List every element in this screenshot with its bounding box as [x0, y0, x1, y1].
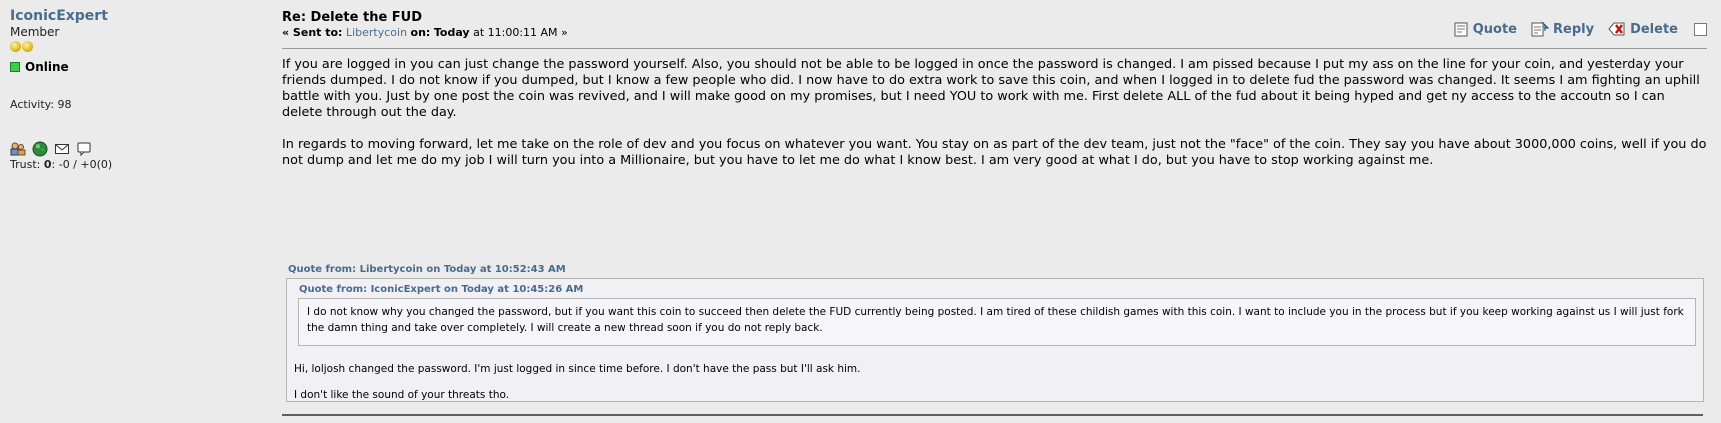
inner-quote-box: I do not know why you changed the passwo…: [298, 298, 1696, 346]
inner-quote-text: I do not know why you changed the passwo…: [307, 306, 1684, 334]
poster-rank: Member: [10, 25, 60, 39]
coin-icon: [10, 41, 21, 52]
inner-quote-header[interactable]: Quote from: IconicExpert on Today at 10:…: [299, 284, 583, 295]
trust-label: Trust:: [10, 158, 41, 171]
quote-label: Quote: [1472, 21, 1517, 37]
meta-today: Today: [433, 26, 470, 39]
outer-quote-header[interactable]: Quote from: Libertycoin on Today at 10:5…: [288, 264, 566, 275]
online-label: Online: [25, 60, 69, 74]
poster-icons: [10, 141, 260, 157]
post-paragraph: In regards to moving forward, let me tak…: [282, 137, 1707, 168]
delete-button[interactable]: Delete: [1608, 21, 1678, 37]
profile-icon[interactable]: [10, 141, 26, 157]
meta-on: on:: [410, 26, 431, 39]
meta-prefix: « Sent to:: [282, 26, 343, 39]
online-indicator-icon: [10, 62, 20, 72]
post-actions: Quote Reply Delete: [1454, 21, 1707, 37]
poster-info: IconicExpert Member Online Activity: 98 …: [10, 8, 260, 171]
delete-icon: [1608, 22, 1625, 36]
post-paragraph: If you are logged in you can just change…: [282, 57, 1700, 120]
trust-score[interactable]: 0: [44, 158, 52, 171]
website-globe-icon[interactable]: [32, 141, 48, 157]
trust-detail: : -0 / +0(0): [51, 158, 113, 171]
header-divider: [282, 48, 1707, 49]
quote-button[interactable]: Quote: [1454, 22, 1517, 37]
activity-count: Activity: 98: [10, 98, 72, 111]
select-post-checkbox[interactable]: [1694, 22, 1707, 36]
outer-quote-line: I don't like the sound of your threats t…: [294, 389, 510, 401]
coin-icon: [22, 41, 33, 52]
post: Re: Delete the FUD « Sent to: Libertycoi…: [282, 10, 1707, 416]
delete-label: Delete: [1630, 21, 1678, 37]
outer-quote-text: Hi, loljosh changed the password. I'm ju…: [294, 356, 1684, 408]
reply-button[interactable]: Reply: [1531, 21, 1594, 37]
trust-info: Trust: 0: -0 / +0(0): [10, 158, 260, 171]
post-body: If you are logged in you can just change…: [282, 57, 1707, 185]
online-status: Online: [10, 60, 260, 74]
reply-label: Reply: [1553, 21, 1595, 37]
meta-time: at 11:00:11 AM »: [473, 26, 568, 39]
rank-coins: [10, 41, 260, 52]
recipient-link[interactable]: Libertycoin: [346, 26, 407, 39]
reply-icon: [1531, 21, 1549, 37]
email-icon[interactable]: [54, 141, 70, 157]
message-icon[interactable]: [76, 141, 92, 157]
post-footer-divider: [282, 414, 1703, 416]
poster-username[interactable]: IconicExpert: [10, 8, 260, 24]
outer-quote-line: Hi, loljosh changed the password. I'm ju…: [294, 363, 861, 375]
quote-icon: [1454, 22, 1468, 36]
